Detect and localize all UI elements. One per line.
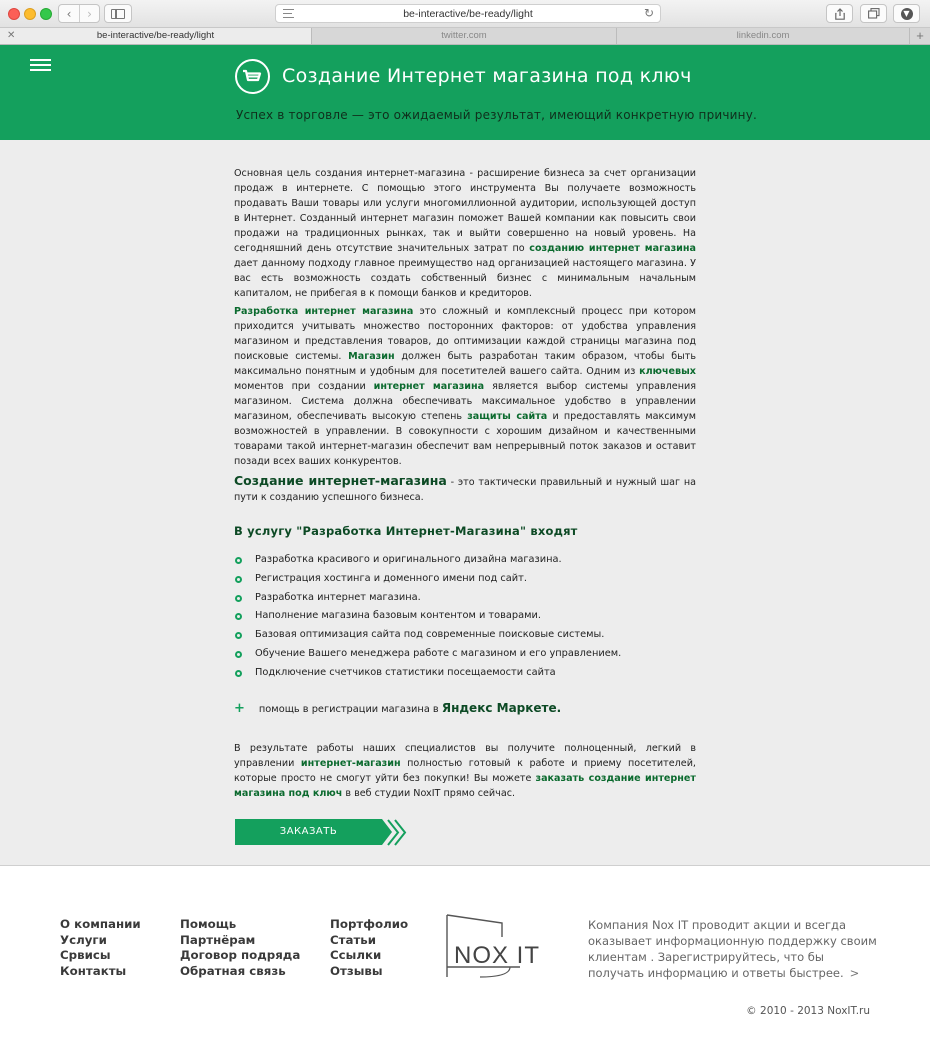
footer-link[interactable]: Помощь [180, 917, 300, 933]
downloads-button[interactable]: ▼ [893, 4, 920, 23]
footer-link[interactable]: Обратная связь [180, 964, 300, 980]
services-heading: В услугу "Разработка Интернет-Магазина" … [234, 524, 578, 538]
bullet-icon [235, 594, 242, 602]
hamburger-menu-icon[interactable] [30, 59, 51, 73]
tab-bar: ✕ be-interactive/be-ready/light twitter.… [0, 28, 930, 45]
footer-link[interactable]: Портфолио [330, 917, 408, 933]
list-item: Подключение счетчиков статистики посещае… [234, 664, 696, 683]
footer-link[interactable]: Услуги [60, 933, 141, 949]
bullet-icon [235, 632, 242, 640]
list-item: Разработка интернет магазина. [234, 589, 696, 608]
sidebar-toggle-button[interactable] [104, 4, 132, 23]
back-arrow-icon[interactable]: ‹ [59, 5, 79, 22]
highlight-phrase: Создание интернет-магазина [234, 473, 447, 488]
plus-icon: + [234, 701, 245, 716]
bullet-icon [235, 650, 242, 658]
tab-label: linkedin.com [736, 30, 790, 41]
list-item: Обучение Вашего менеджера работе с магаз… [234, 645, 696, 664]
new-tab-button[interactable]: + [910, 28, 930, 44]
result-paragraph: В результате работы наших специалистов в… [234, 743, 696, 799]
intro-paragraph: Основная цель создания интернет-магазина… [234, 168, 696, 299]
link-key[interactable]: ключевых [639, 366, 696, 377]
footer-link[interactable]: Контакты [60, 964, 141, 980]
close-window-button[interactable] [8, 8, 20, 20]
promo-arrow-icon[interactable]: > [850, 966, 860, 980]
order-button[interactable]: ЗАКАЗАТЬ [235, 819, 382, 845]
yandex-market-note: + помощь в регистрации магазина в Яндекс … [234, 701, 562, 716]
navigation-buttons: ‹ › [58, 4, 100, 23]
list-item: Базовая оптимизация сайта под современны… [234, 626, 696, 645]
footer-link[interactable]: Отзывы [330, 964, 408, 980]
noxit-logo[interactable]: NOX IT [440, 911, 550, 981]
footer-link[interactable]: Ссылки [330, 948, 408, 964]
logo-text: NOX IT [454, 942, 540, 969]
share-icon [834, 7, 845, 20]
zoom-window-button[interactable] [40, 8, 52, 20]
tab-linkedin[interactable]: linkedin.com [617, 28, 910, 44]
tabs-icon [867, 8, 880, 19]
link-creating-shop[interactable]: созданию интернет магазина [529, 243, 696, 254]
footer-link[interactable]: Статьи [330, 933, 408, 949]
tab-be-interactive[interactable]: ✕ be-interactive/be-ready/light [0, 28, 312, 44]
tab-label: be-interactive/be-ready/light [96, 30, 215, 41]
footer-link[interactable]: Срвисы [60, 948, 141, 964]
list-item: Наполнение магазина базовым контентом и … [234, 607, 696, 626]
reload-icon[interactable]: ↻ [644, 6, 654, 20]
share-button[interactable] [826, 4, 853, 23]
list-item: Разработка красивого и оригинального диз… [234, 551, 696, 570]
url-text: be-interactive/be-ready/light [403, 8, 533, 20]
footer-column-company: О компании Услуги Срвисы Контакты [60, 917, 141, 979]
link-internet-shop-2[interactable]: интернет-магазин [301, 758, 401, 769]
link-internet-shop[interactable]: интернет магазина [374, 381, 484, 392]
bullet-icon [235, 575, 242, 583]
bullet-icon [235, 669, 242, 677]
list-item: Регистрация хостинга и доменного имени п… [234, 570, 696, 589]
bullet-icon [235, 613, 242, 621]
bullet-icon [235, 557, 242, 564]
footer-link[interactable]: О компании [60, 917, 141, 933]
development-paragraph: Разработка интернет магазина это сложный… [234, 306, 696, 467]
link-shop[interactable]: Магазин [348, 351, 394, 362]
link-site-protection[interactable]: защиты сайта [467, 411, 547, 422]
page-title: Создание Интернет магазина под ключ [282, 65, 692, 87]
tactical-paragraph: Создание интернет-магазина - это тактиче… [234, 473, 696, 503]
yandex-market-highlight: Яндекс Маркете. [441, 701, 562, 715]
double-chevron-icon [387, 819, 407, 846]
footer-link[interactable]: Партнёрам [180, 933, 300, 949]
close-tab-icon[interactable]: ✕ [7, 28, 15, 44]
tab-label: twitter.com [441, 30, 487, 41]
footer-link[interactable]: Договор подряда [180, 948, 300, 964]
footer: О компании Услуги Срвисы Контакты Помощь… [0, 867, 930, 1064]
forward-arrow-icon[interactable]: › [78, 5, 99, 22]
address-bar[interactable]: be-interactive/be-ready/light ↻ [275, 4, 661, 23]
cart-icon [235, 59, 270, 94]
browser-toolbar: ‹ › be-interactive/be-ready/light ↻ ▼ [0, 0, 930, 28]
footer-column-portfolio: Портфолио Статьи Ссылки Отзывы [330, 917, 408, 979]
page-subtitle: Успех в торговле — это ожидаемый результ… [236, 108, 758, 122]
footer-column-help: Помощь Партнёрам Договор подряда Обратна… [180, 917, 300, 979]
download-icon: ▼ [900, 7, 913, 20]
copyright: © 2010 - 2013 NoxIT.ru [746, 1005, 870, 1017]
sidebar-icon [111, 8, 125, 19]
services-list: Разработка красивого и оригинального диз… [234, 551, 696, 683]
link-shop-development[interactable]: Разработка интернет магазина [234, 306, 413, 317]
minimize-window-button[interactable] [24, 8, 36, 20]
hero-banner: Создание Интернет магазина под ключ Успе… [0, 45, 930, 140]
tab-twitter[interactable]: twitter.com [312, 28, 617, 44]
show-tabs-button[interactable] [860, 4, 887, 23]
promo-text: Компания Nox IT проводит акции и всегда … [588, 918, 877, 980]
